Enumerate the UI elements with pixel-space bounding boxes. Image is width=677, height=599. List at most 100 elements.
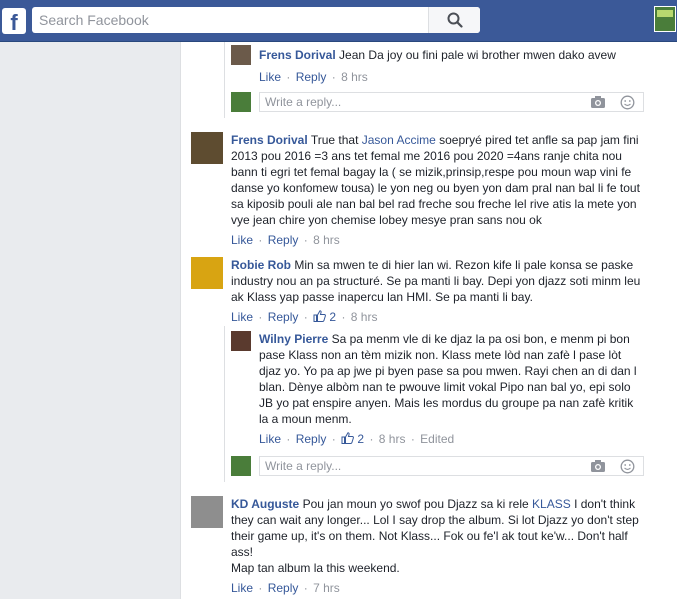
comment-body: KD Auguste Pou jan moun yo swof pou Djaz… <box>231 496 651 576</box>
comment-line: ak Klass yap passe inapercu lan HMI. Se … <box>231 290 533 304</box>
comment-line: 2013 pou 2016 =3 ans tet femal me 2016 p… <box>231 149 622 163</box>
separator: · <box>286 70 291 84</box>
comment-text: soepryé pired tet anfle sa pap jam fini <box>435 133 639 147</box>
reply-link[interactable]: Reply <box>296 432 327 446</box>
avatar[interactable] <box>191 132 223 164</box>
separator: · <box>303 581 308 595</box>
like-link[interactable]: Like <box>231 310 253 324</box>
camera-icon[interactable] <box>590 95 606 109</box>
comment-body: Frens Dorival Jean Da joy ou fini pale w… <box>259 47 669 63</box>
separator: · <box>303 310 308 324</box>
reply-link[interactable]: Reply <box>268 233 299 247</box>
separator: · <box>258 310 263 324</box>
comment-line: bann ti egri tet femal bagay la ( se miz… <box>231 165 632 179</box>
avatar[interactable] <box>231 331 251 351</box>
comment-line: blan. Dènye albòm nan te pwouve limit vo… <box>259 380 631 394</box>
reply-link[interactable]: Reply <box>296 70 327 84</box>
like-count-value: 2 <box>329 310 337 324</box>
comment-actions: Like · Reply · 8 hrs <box>231 232 340 248</box>
comment-line: their game up, it's on them. Not Klass..… <box>231 529 628 543</box>
facebook-logo[interactable]: f <box>2 8 26 34</box>
comment-line: vye jean chire yon chemise lobey mesye p… <box>231 213 542 227</box>
like-count[interactable]: 2 <box>313 310 336 324</box>
comment-line: industry nou an pa structuré. Se pa mant… <box>231 274 641 288</box>
commenter-name[interactable]: Frens Dorival <box>231 133 308 147</box>
comment-line: Frens Dorival True that Jason Accime soe… <box>231 132 651 148</box>
comment-text: Pou jan moun yo swof pou Djazz sa ki rel… <box>302 497 533 511</box>
like-link[interactable]: Like <box>259 432 281 446</box>
like-count[interactable]: 2 <box>341 432 364 446</box>
comment-text: Min sa mwen te di hier lan wi. Rezon kif… <box>294 258 634 272</box>
mention-link[interactable]: KLASS <box>532 497 571 511</box>
reply-link[interactable]: Reply <box>268 310 299 324</box>
comments-panel: Frens Dorival Jean Da joy ou fini pale w… <box>180 42 677 599</box>
commenter-name[interactable]: Robie Rob <box>231 258 291 272</box>
camera-icon[interactable] <box>590 459 606 473</box>
profile-avatar[interactable] <box>654 6 676 32</box>
comment-body: Frens Dorival True that Jason Accime soe… <box>231 132 651 228</box>
search-input[interactable] <box>32 7 432 33</box>
user-avatar <box>231 456 251 476</box>
comment-actions: Like · Reply · 8 hrs <box>259 69 368 85</box>
separator: · <box>303 233 308 247</box>
separator: · <box>341 310 346 324</box>
comment-text: Sa pa menm vle di ke djaz la pa osi bon,… <box>331 332 630 346</box>
thread-line <box>224 42 225 118</box>
separator: · <box>331 70 336 84</box>
like-link[interactable]: Like <box>259 70 281 84</box>
separator: · <box>410 432 415 446</box>
comment-line: la a moun menm. <box>259 412 352 426</box>
comment-actions: Like · Reply · 7 hrs <box>231 580 340 596</box>
reply-box <box>259 92 644 112</box>
comment-line: djaz yo. Yo pa ap jwe pi byen pase sa po… <box>259 364 637 378</box>
comment-line: Wilny Pierre Sa pa menm vle di ke djaz l… <box>259 331 669 347</box>
thumbs-up-icon <box>313 310 326 322</box>
edited-label[interactable]: Edited <box>420 432 454 446</box>
search-icon <box>447 12 463 28</box>
comment-line: danse yo konfomew tousa) le yon neg ou b… <box>231 181 640 195</box>
comment-text: I don't think <box>570 497 636 511</box>
mention-link[interactable]: Jason Accime <box>362 133 436 147</box>
comment-line: they can wait any longer... Lol I say dr… <box>231 513 639 527</box>
timestamp[interactable]: 8 hrs <box>351 310 378 324</box>
comment-actions: Like · Reply · 2 · 8 hrs · Edited <box>259 431 454 447</box>
avatar[interactable] <box>191 496 223 528</box>
comment-text: True that <box>310 133 362 147</box>
emoji-icon[interactable] <box>620 459 635 474</box>
comment-text: Jean Da joy ou fini pale wi brother mwen… <box>339 48 616 62</box>
emoji-icon[interactable] <box>620 95 635 110</box>
separator: · <box>258 233 263 247</box>
comment-body: Wilny Pierre Sa pa menm vle di ke djaz l… <box>259 331 669 427</box>
commenter-name[interactable]: Wilny Pierre <box>259 332 328 346</box>
thread-line <box>224 326 225 482</box>
commenter-name[interactable]: KD Auguste <box>231 497 299 511</box>
search-button[interactable] <box>428 7 480 33</box>
like-link[interactable]: Like <box>231 581 253 595</box>
user-avatar <box>231 92 251 112</box>
avatar[interactable] <box>191 257 223 289</box>
separator: · <box>286 432 291 446</box>
reply-box <box>259 456 644 476</box>
reply-input[interactable] <box>260 457 580 475</box>
reply-link[interactable]: Reply <box>268 581 299 595</box>
like-link[interactable]: Like <box>231 233 253 247</box>
comment-line: ass! <box>231 545 254 559</box>
timestamp[interactable]: 8 hrs <box>341 70 368 84</box>
separator: · <box>331 432 336 446</box>
separator: · <box>369 432 374 446</box>
comment-line: Map tan album la this weekend. <box>231 561 400 575</box>
like-count-value: 2 <box>357 432 365 446</box>
commenter-name[interactable]: Frens Dorival <box>259 48 336 62</box>
timestamp[interactable]: 7 hrs <box>313 581 340 595</box>
thumbs-up-icon <box>341 432 354 444</box>
comment-actions: Like · Reply · 2 · 8 hrs <box>231 309 377 325</box>
top-bar: f <box>0 0 677 42</box>
avatar[interactable] <box>231 45 251 65</box>
comment-line: pase Klass non an tèm mizik non. Klass m… <box>259 348 622 362</box>
timestamp[interactable]: 8 hrs <box>313 233 340 247</box>
search-bar <box>32 7 480 33</box>
reply-input[interactable] <box>260 93 580 111</box>
timestamp[interactable]: 8 hrs <box>379 432 406 446</box>
comment-line: Robie Rob Min sa mwen te di hier lan wi.… <box>231 257 651 273</box>
comment-line: sa kiposib pouli ale nan bal bel rad fre… <box>231 197 637 211</box>
